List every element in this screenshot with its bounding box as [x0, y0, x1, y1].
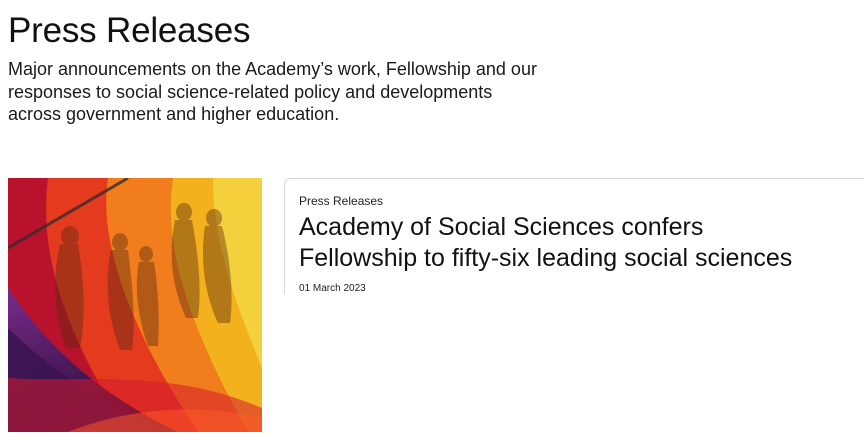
article-date: 01 March 2023 — [299, 283, 366, 294]
article-image[interactable] — [8, 178, 262, 432]
page-intro-line: responses to social science-related poli… — [8, 81, 493, 102]
article-title-line: Fellowship to fifty-six leading social s… — [299, 243, 793, 272]
page-intro: Major announcements on the Academy’s wor… — [8, 58, 568, 126]
page-intro-line: Major announcements on the Academy’s wor… — [8, 59, 537, 79]
article-category-link[interactable]: Press Releases — [299, 194, 383, 208]
page-title: Press Releases — [8, 11, 251, 50]
article-title-link[interactable]: Academy of Social Sciences confers Fello… — [299, 212, 865, 273]
article-card: Press Releases Academy of Social Science… — [284, 178, 864, 294]
page-intro-line: across government and higher education. — [8, 104, 340, 124]
article-title-line: Academy of Social Sciences confers — [299, 213, 704, 241]
